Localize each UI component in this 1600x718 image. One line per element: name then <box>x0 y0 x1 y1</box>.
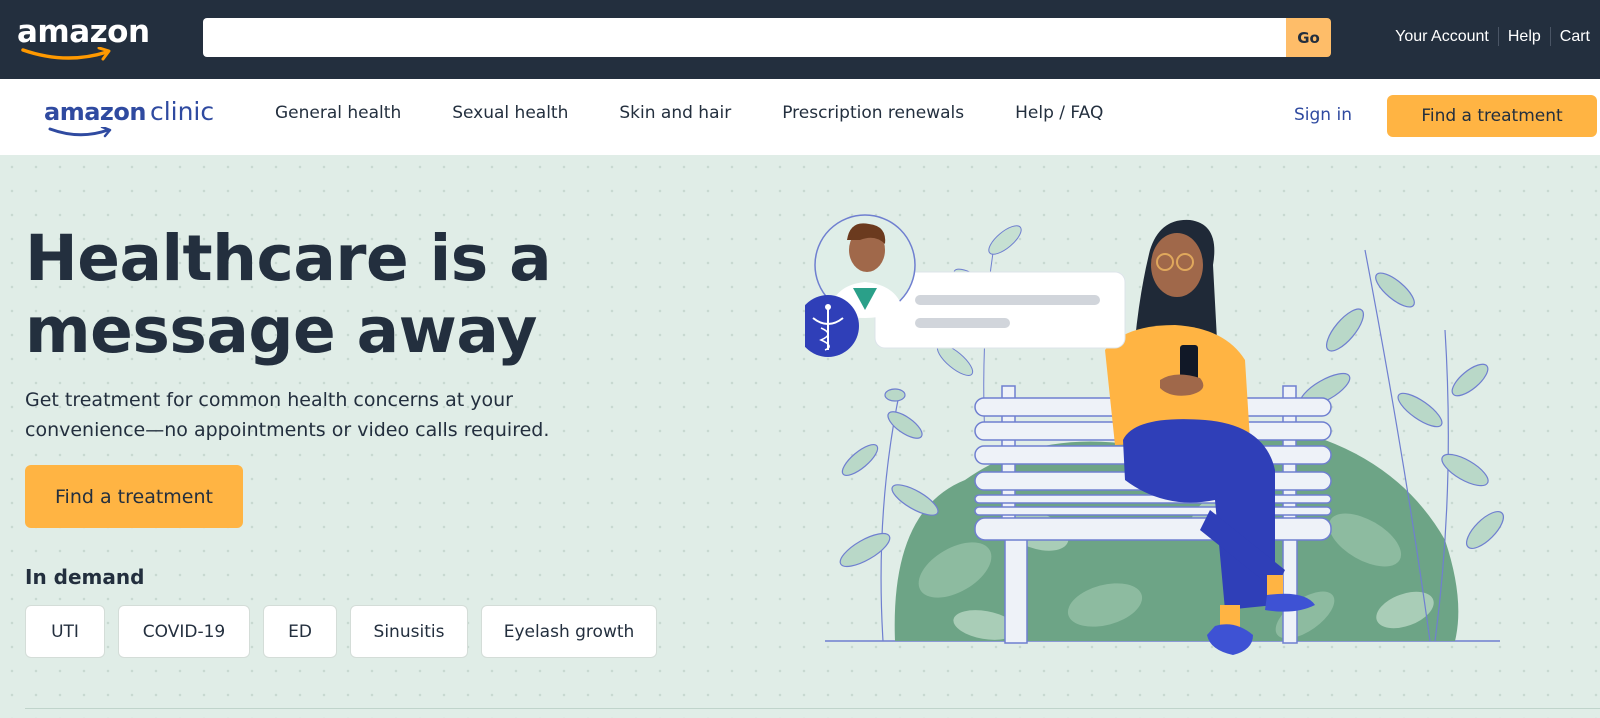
nav-menu: General health Sexual health Skin and ha… <box>275 103 1154 123</box>
sign-in-link[interactable]: Sign in <box>1294 105 1352 125</box>
amazon-logo-text: amazon <box>17 14 150 50</box>
nav-item-general-health[interactable]: General health <box>275 103 401 123</box>
help-link[interactable]: Help <box>1508 28 1541 46</box>
headline-line-1: Healthcare is a <box>25 222 552 295</box>
clinic-smile-icon <box>48 127 112 138</box>
link-separator <box>1549 27 1551 46</box>
amazon-smile-icon <box>21 47 111 61</box>
search-go-button[interactable]: Go <box>1286 18 1331 57</box>
chip-eyelash-growth[interactable]: Eyelash growth <box>481 605 657 658</box>
find-treatment-nav-button[interactable]: Find a treatment <box>1387 95 1597 137</box>
chat-bubble-illustration <box>874 271 1126 349</box>
nav-item-sexual-health[interactable]: Sexual health <box>452 103 568 123</box>
hero-illustration <box>805 214 1504 655</box>
amazon-logo[interactable]: amazon <box>17 14 150 64</box>
chip-ed[interactable]: ED <box>263 605 337 658</box>
hero-headline: Healthcare is a message away <box>25 222 552 367</box>
search-input[interactable] <box>203 18 1286 57</box>
in-demand-chips: UTI COVID-19 ED Sinusitis Eyelash growth <box>25 605 670 658</box>
nav-item-help-faq[interactable]: Help / FAQ <box>1015 103 1103 123</box>
nav-item-skin-and-hair[interactable]: Skin and hair <box>619 103 731 123</box>
in-demand-heading: In demand <box>25 565 145 589</box>
nav-item-prescription-renewals[interactable]: Prescription renewals <box>782 103 964 123</box>
section-divider <box>25 708 1600 709</box>
headline-line-2: message away <box>25 294 538 367</box>
link-separator <box>1497 27 1499 46</box>
hero-subheading: Get treatment for common health concerns… <box>25 385 585 445</box>
your-account-link[interactable]: Your Account <box>1395 28 1489 46</box>
find-treatment-hero-button[interactable]: Find a treatment <box>25 465 243 528</box>
chip-sinusitis[interactable]: Sinusitis <box>350 605 468 658</box>
hero-section: Healthcare is a message away Get treatme… <box>0 155 1600 718</box>
cart-link[interactable]: Cart <box>1560 28 1590 46</box>
subhead-line-1: Get treatment for common health concerns… <box>25 389 513 411</box>
chip-uti[interactable]: UTI <box>25 605 105 658</box>
clinic-logo-sub: clinic <box>149 97 215 126</box>
amazon-top-bar: amazon Go Your Account Help Cart <box>0 0 1600 79</box>
account-links: Your Account Help Cart <box>1395 27 1590 46</box>
chip-covid-19[interactable]: COVID-19 <box>118 605 250 658</box>
clinic-logo-brand: amazon <box>44 98 146 126</box>
amazon-clinic-logo[interactable]: amazon clinic <box>44 97 215 138</box>
subhead-line-2: convenience—no appointments or video cal… <box>25 419 550 441</box>
clinic-navbar: amazon clinic General health Sexual healt… <box>0 79 1600 155</box>
